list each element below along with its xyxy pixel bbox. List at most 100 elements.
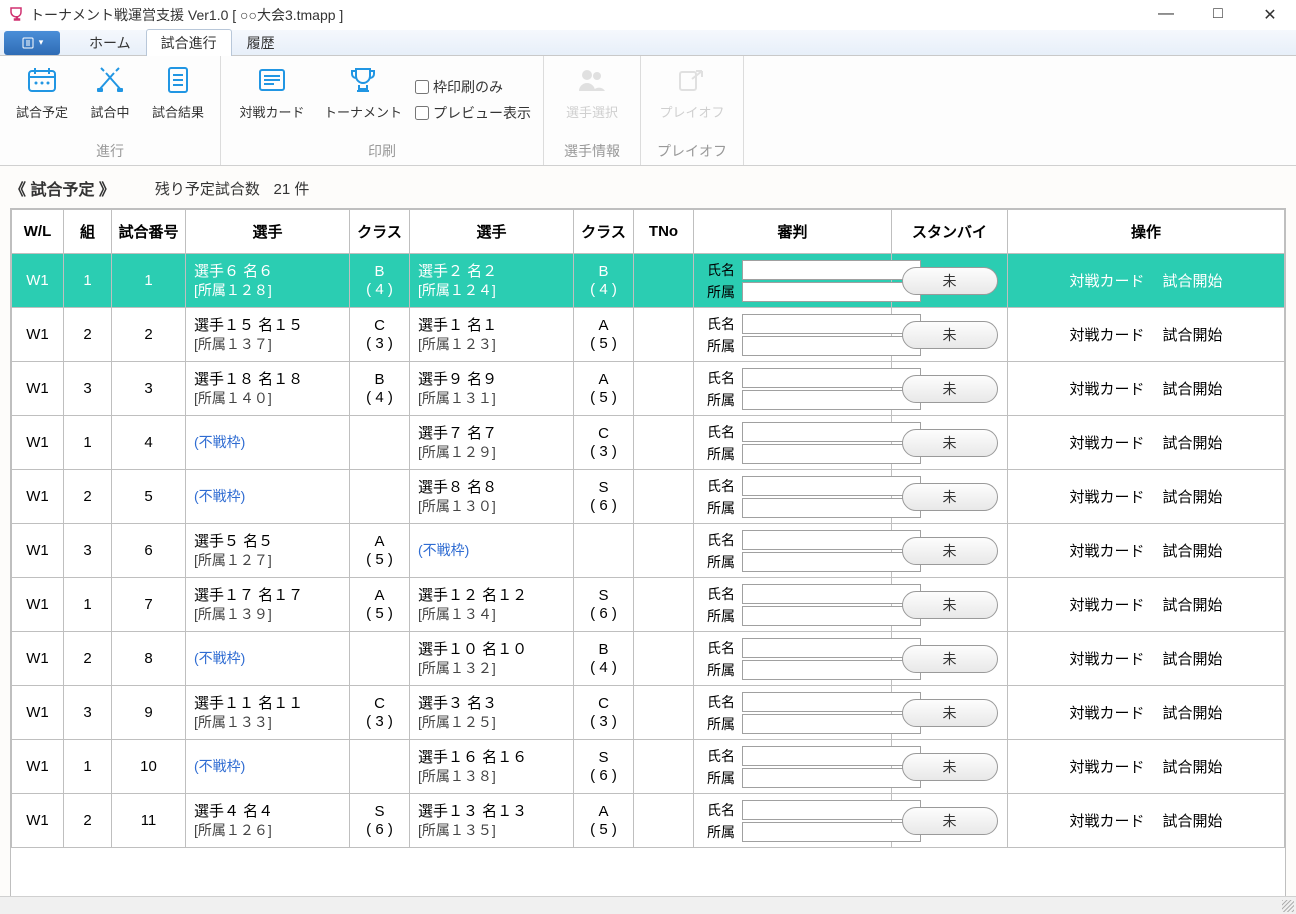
tab-home[interactable]: ホーム xyxy=(74,29,146,56)
class-cell: S( 6 ) xyxy=(574,578,634,632)
tab-match-progress[interactable]: 試合進行 xyxy=(146,29,232,56)
judge-affil-input[interactable] xyxy=(742,714,921,734)
judge-cell: 氏名所属 xyxy=(694,740,892,794)
op-start-link[interactable]: 試合開始 xyxy=(1163,327,1223,344)
standby-button[interactable]: 未 xyxy=(902,483,998,511)
match-grid: W/L 組 試合番号 選手 クラス 選手 クラス TNo 審判 スタンバイ 操作… xyxy=(10,208,1286,906)
judge-name-input[interactable] xyxy=(742,476,921,496)
cell-wl: W1 xyxy=(12,308,64,362)
standby-button[interactable]: 未 xyxy=(902,807,998,835)
table-row[interactable]: W114(不戦枠)選手７ 名７[所属１２９]C( 3 )氏名所属未対戦カード試合… xyxy=(12,416,1285,470)
ribbon-matchcard-button[interactable]: 対戦カード xyxy=(233,62,311,137)
ribbon-schedule-button[interactable]: 試合予定 xyxy=(12,62,72,137)
standby-button[interactable]: 未 xyxy=(902,699,998,727)
window-title: トーナメント戦運営支援 Ver1.0 [ ○○大会3.tmapp ] xyxy=(30,5,343,25)
judge-name-input[interactable] xyxy=(742,530,921,550)
op-matchcard-link[interactable]: 対戦カード xyxy=(1069,813,1144,830)
judge-name-input[interactable] xyxy=(742,314,921,334)
cell-kumi: 1 xyxy=(64,416,112,470)
op-start-link[interactable]: 試合開始 xyxy=(1163,489,1223,506)
cell-tno xyxy=(634,794,694,848)
judge-affil-input[interactable] xyxy=(742,606,921,626)
judge-affil-input[interactable] xyxy=(742,444,921,464)
judge-name-input[interactable] xyxy=(742,692,921,712)
op-matchcard-link[interactable]: 対戦カード xyxy=(1069,705,1144,722)
cell-wl: W1 xyxy=(12,362,64,416)
minimize-button[interactable]: — xyxy=(1148,5,1184,25)
standby-button[interactable]: 未 xyxy=(902,321,998,349)
op-start-link[interactable]: 試合開始 xyxy=(1163,381,1223,398)
checkbox-preview[interactable]: プレビュー表示 xyxy=(415,103,531,123)
standby-button[interactable]: 未 xyxy=(902,591,998,619)
judge-affil-input[interactable] xyxy=(742,660,921,680)
close-button[interactable]: ✕ xyxy=(1252,5,1288,25)
op-matchcard-link[interactable]: 対戦カード xyxy=(1069,381,1144,398)
op-matchcard-link[interactable]: 対戦カード xyxy=(1069,327,1144,344)
judge-affil-input[interactable] xyxy=(742,390,921,410)
checkbox-frame-only[interactable]: 枠印刷のみ xyxy=(415,77,531,97)
table-row[interactable]: W122選手１５ 名１５[所属１３７]C( 3 )選手１ 名１[所属１２３]A(… xyxy=(12,308,1285,362)
judge-name-input[interactable] xyxy=(742,260,921,280)
judge-affil-input[interactable] xyxy=(742,822,921,842)
ribbon-group-label-playoff: プレイオフ xyxy=(653,137,731,161)
standby-button[interactable]: 未 xyxy=(902,753,998,781)
table-row[interactable]: W125(不戦枠)選手８ 名８[所属１３０]S( 6 )氏名所属未対戦カード試合… xyxy=(12,470,1285,524)
judge-affil-input[interactable] xyxy=(742,282,921,302)
standby-button[interactable]: 未 xyxy=(902,375,998,403)
op-start-link[interactable]: 試合開始 xyxy=(1163,273,1223,290)
cell-num: 8 xyxy=(112,632,186,686)
judge-affil-input[interactable] xyxy=(742,336,921,356)
op-matchcard-link[interactable]: 対戦カード xyxy=(1069,543,1144,560)
file-menu-button[interactable]: ▾ xyxy=(4,31,60,55)
op-matchcard-link[interactable]: 対戦カード xyxy=(1069,597,1144,614)
judge-name-input[interactable] xyxy=(742,422,921,442)
table-row[interactable]: W117選手１７ 名１７[所属１３９]A( 5 )選手１２ 名１２[所属１３４]… xyxy=(12,578,1285,632)
op-matchcard-link[interactable]: 対戦カード xyxy=(1069,759,1144,776)
op-start-link[interactable]: 試合開始 xyxy=(1163,435,1223,452)
th-tno: TNo xyxy=(634,210,694,254)
table-row[interactable]: W128(不戦枠)選手１０ 名１０[所属１３２]B( 4 )氏名所属未対戦カード… xyxy=(12,632,1285,686)
standby-button[interactable]: 未 xyxy=(902,645,998,673)
table-row[interactable]: W139選手１１ 名１１[所属１３３]C( 3 )選手３ 名３[所属１２５]C(… xyxy=(12,686,1285,740)
judge-name-input[interactable] xyxy=(742,584,921,604)
op-start-link[interactable]: 試合開始 xyxy=(1163,651,1223,668)
op-start-link[interactable]: 試合開始 xyxy=(1163,813,1223,830)
op-start-link[interactable]: 試合開始 xyxy=(1163,597,1223,614)
op-matchcard-link[interactable]: 対戦カード xyxy=(1069,651,1144,668)
standby-button[interactable]: 未 xyxy=(902,429,998,457)
judge-name-input[interactable] xyxy=(742,368,921,388)
tab-history[interactable]: 履歴 xyxy=(232,29,290,56)
op-start-link[interactable]: 試合開始 xyxy=(1163,759,1223,776)
calendar-icon xyxy=(26,62,58,98)
table-row[interactable]: W111選手６ 名６[所属１２８]B( 4 )選手２ 名２[所属１２４]B( 4… xyxy=(12,254,1285,308)
table-row[interactable]: W133選手１８ 名１８[所属１４０]B( 4 )選手９ 名９[所属１３１]A(… xyxy=(12,362,1285,416)
judge-cell: 氏名所属 xyxy=(694,578,892,632)
judge-name-input[interactable] xyxy=(742,638,921,658)
judge-name-input[interactable] xyxy=(742,800,921,820)
player-cell: 選手２ 名２[所属１２４] xyxy=(410,254,574,308)
op-matchcard-link[interactable]: 対戦カード xyxy=(1069,489,1144,506)
judge-affil-input[interactable] xyxy=(742,768,921,788)
op-matchcard-link[interactable]: 対戦カード xyxy=(1069,435,1144,452)
maximize-button[interactable]: □ xyxy=(1200,5,1236,25)
ribbon-inprogress-button[interactable]: 試合中 xyxy=(80,62,140,137)
table-row[interactable]: W1110(不戦枠)選手１６ 名１６[所属１３８]S( 6 )氏名所属未対戦カー… xyxy=(12,740,1285,794)
bye-label: (不戦枠) xyxy=(418,542,469,558)
resize-grip[interactable] xyxy=(1282,900,1294,912)
class-cell: B( 4 ) xyxy=(350,254,410,308)
op-start-link[interactable]: 試合開始 xyxy=(1163,543,1223,560)
table-row[interactable]: W136選手５ 名５[所属１２７]A( 5 )(不戦枠)氏名所属未対戦カード試合… xyxy=(12,524,1285,578)
standby-button[interactable]: 未 xyxy=(902,537,998,565)
class-cell: S( 6 ) xyxy=(574,740,634,794)
standby-button[interactable]: 未 xyxy=(902,267,998,295)
table-row[interactable]: W1211選手４ 名４[所属１２６]S( 6 )選手１３ 名１３[所属１３５]A… xyxy=(12,794,1285,848)
ribbon-tournament-button[interactable]: トーナメント xyxy=(319,62,407,137)
judge-affil-input[interactable] xyxy=(742,552,921,572)
cell-num: 5 xyxy=(112,470,186,524)
ribbon-results-button[interactable]: 試合結果 xyxy=(148,62,208,137)
judge-name-input[interactable] xyxy=(742,746,921,766)
cell-tno xyxy=(634,308,694,362)
op-start-link[interactable]: 試合開始 xyxy=(1163,705,1223,722)
op-matchcard-link[interactable]: 対戦カード xyxy=(1069,273,1144,290)
judge-affil-input[interactable] xyxy=(742,498,921,518)
